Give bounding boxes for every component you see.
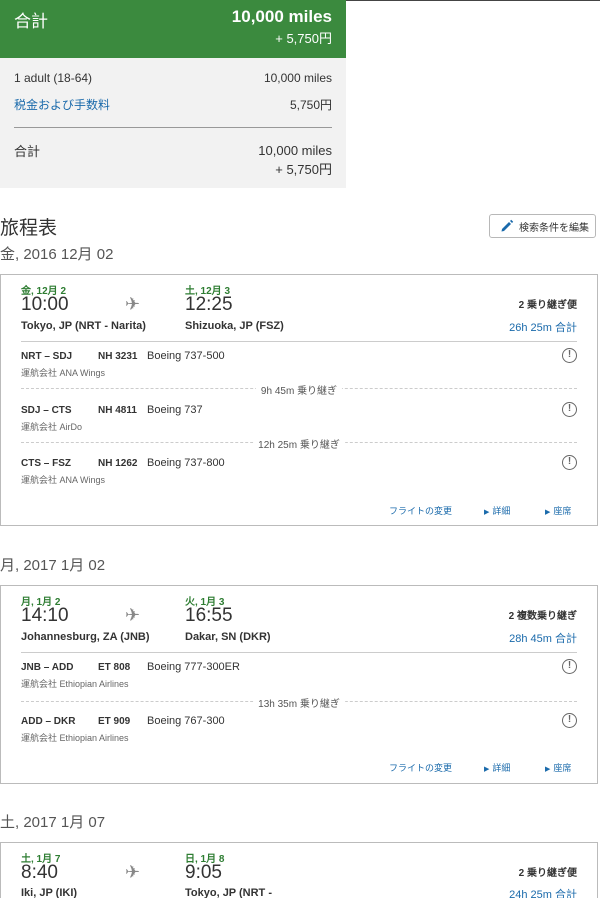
departure-airport: Tokyo, JP (NRT - Narita) (21, 320, 146, 332)
details-link-label: 詳細 (492, 506, 511, 516)
trip-date-header: 月, 2017 1月 02 (0, 557, 106, 574)
departure-airport: Iki, JP (IKI) (21, 887, 78, 898)
segment-flight-number: ET 808 (98, 662, 131, 673)
taxes-fees-value: 5,750円 (289, 98, 332, 112)
departure-time: 10:00 (21, 294, 69, 315)
seats-link[interactable]: ▶ 座席 (545, 504, 571, 517)
departure-time: 8:40 (21, 862, 58, 883)
segment-operator: 運航会社 AirDo (21, 422, 83, 432)
segment-route: CTS – FSZ (21, 458, 72, 469)
layover-duration: 13h 35m 乗り継ぎ (253, 695, 345, 710)
segment-flight-number: ET 909 (98, 716, 131, 727)
total-duration: 24h 25m 合計 (509, 889, 577, 898)
airplane-icon: ✈ (125, 294, 141, 314)
details-link[interactable]: ▶ 詳細 (484, 761, 510, 774)
triangle-right-icon: ▶ (484, 509, 490, 516)
edit-search-button[interactable]: 検索条件を編集 (489, 214, 596, 238)
top-border (346, 0, 600, 1)
info-icon[interactable]: ! (562, 348, 577, 363)
trip-date-header: 土, 2017 1月 07 (0, 814, 106, 831)
summary-total-label: 合計 (14, 12, 48, 31)
details-link-label: 詳細 (492, 763, 511, 773)
arrival-airport: Dakar, SN (DKR) (185, 631, 271, 643)
summary-total-miles: 10,000 miles (258, 143, 332, 158)
arrival-time: 16:55 (185, 605, 233, 626)
change-flight-link[interactable]: フライトの変更 (389, 761, 452, 774)
departure-airport: Johannesburg, ZA (JNB) (21, 631, 150, 643)
summary-row-taxes: 税金および手数料 5,750円 (14, 96, 332, 113)
itinerary-title: 旅程表 (0, 218, 58, 239)
total-duration: 26h 25m 合計 (509, 322, 577, 334)
segment-aircraft: Boeing 767-300 (147, 715, 225, 727)
summary-yen: + 5,750円 (275, 31, 332, 46)
layover-divider: 9h 45m 乗り継ぎ (21, 382, 577, 397)
summary-row-passenger: 1 adult (18-64) 10,000 miles (14, 71, 332, 85)
stops-label: 2 乗り継ぎ便 (518, 300, 577, 311)
info-icon[interactable]: ! (562, 713, 577, 728)
info-icon[interactable]: ! (562, 455, 577, 470)
triangle-right-icon: ▶ (545, 766, 551, 773)
segment-aircraft: Boeing 737-500 (147, 350, 225, 362)
segment-operator: 運航会社 ANA Wings (21, 368, 106, 378)
summary-total-row: 合計 10,000 miles + 5,750円 (14, 141, 332, 177)
segment-operator: 運航会社 Ethiopian Airlines (21, 679, 129, 689)
summary-divider (14, 127, 332, 128)
change-flight-link[interactable]: フライトの変更 (389, 504, 452, 517)
passenger-miles: 10,000 miles (263, 71, 332, 85)
layover-duration: 9h 45m 乗り継ぎ (255, 382, 343, 397)
airplane-icon: ✈ (125, 862, 141, 882)
info-icon[interactable]: ! (562, 659, 577, 674)
segment-aircraft: Boeing 737 (147, 404, 203, 416)
total-duration: 28h 45m 合計 (509, 633, 577, 645)
stops-label: 2 複数乗り継ぎ (508, 611, 577, 622)
price-summary-header: 合計 10,000 miles + 5,750円 (0, 0, 346, 58)
layover-duration: 12h 25m 乗り継ぎ (253, 436, 345, 451)
triangle-right-icon: ▶ (545, 509, 551, 516)
layover-divider: 12h 25m 乗り継ぎ (21, 436, 577, 451)
arrival-time: 9:05 (185, 862, 222, 883)
summary-total-row-label: 合計 (14, 144, 41, 159)
triangle-right-icon: ▶ (484, 766, 490, 773)
details-link[interactable]: ▶ 詳細 (484, 504, 510, 517)
trip-card[interactable]: 金, 12月 2 10:00 Tokyo, JP (NRT - Narita) … (0, 274, 598, 526)
segment-operator: 運航会社 ANA Wings (21, 475, 106, 485)
trip-date-header: 金, 2016 12月 02 (0, 246, 114, 263)
passenger-label: 1 adult (18-64) (14, 71, 93, 85)
summary-miles: 10,000 miles (231, 7, 332, 26)
trip-card[interactable]: 月, 1月 2 14:10 Johannesburg, ZA (JNB) ✈ 火… (0, 585, 598, 784)
seats-link-label: 座席 (553, 763, 572, 773)
card-divider (21, 341, 577, 342)
seats-link[interactable]: ▶ 座席 (545, 761, 571, 774)
segment-route: SDJ – CTS (21, 405, 72, 416)
price-summary-panel: 合計 10,000 miles + 5,750円 1 adult (18-64)… (0, 0, 346, 188)
segment-flight-number: NH 1262 (98, 458, 138, 469)
arrival-airport: Tokyo, JP (NRT - (185, 887, 272, 898)
taxes-fees-link[interactable]: 税金および手数料 (14, 98, 110, 112)
segment-aircraft: Boeing 777-300ER (147, 661, 240, 673)
layover-divider: 13h 35m 乗り継ぎ (21, 695, 577, 710)
seats-link-label: 座席 (553, 506, 572, 516)
departure-time: 14:10 (21, 605, 69, 626)
segment-flight-number: NH 4811 (98, 405, 137, 416)
summary-total-yen: + 5,750円 (275, 162, 332, 177)
segment-aircraft: Boeing 737-800 (147, 457, 225, 469)
edit-search-label: 検索条件を編集 (519, 222, 589, 234)
airplane-icon: ✈ (125, 605, 141, 625)
arrival-airport: Shizuoka, JP (FSZ) (185, 320, 284, 332)
stops-label: 2 乗り継ぎ便 (518, 868, 577, 879)
info-icon[interactable]: ! (562, 402, 577, 417)
card-divider (21, 652, 577, 653)
trip-card[interactable]: 土, 1月 7 8:40 Iki, JP (IKI) ✈ 日, 1月 8 9:0… (0, 842, 598, 898)
pencil-icon (501, 219, 514, 232)
segment-route: JNB – ADD (21, 662, 74, 673)
arrival-time: 12:25 (185, 294, 233, 315)
segment-route: NRT – SDJ (21, 351, 73, 362)
segment-operator: 運航会社 Ethiopian Airlines (21, 733, 129, 743)
segment-flight-number: NH 3231 (98, 351, 138, 362)
segment-route: ADD – DKR (21, 716, 76, 727)
